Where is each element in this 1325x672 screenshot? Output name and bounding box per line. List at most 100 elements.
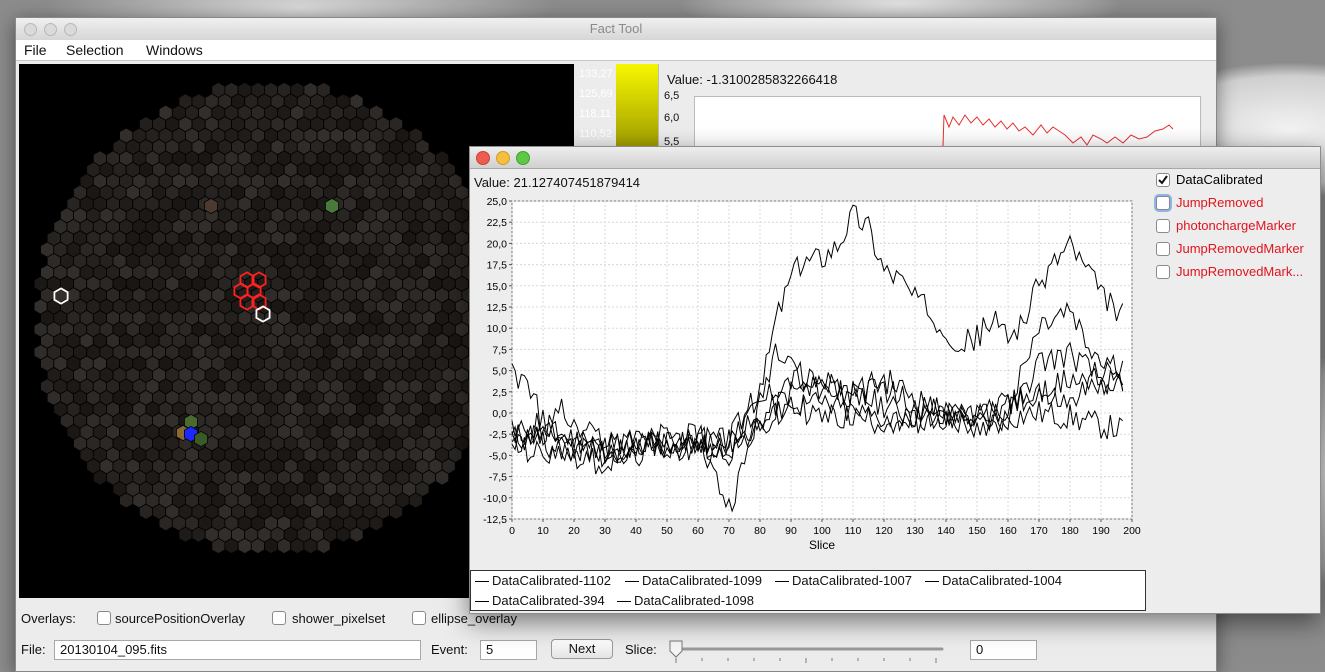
series-checkbox[interactable] bbox=[1156, 218, 1170, 233]
x-tick-label: 140 bbox=[937, 525, 955, 537]
y-tick-label: 22,5 bbox=[487, 217, 508, 229]
x-tick-label: 90 bbox=[785, 525, 797, 537]
legend-line-icon bbox=[617, 601, 631, 603]
legend-line-icon bbox=[775, 581, 789, 583]
series-toggle[interactable]: JumpRemoved bbox=[1156, 194, 1263, 210]
camera-pixel bbox=[119, 492, 134, 509]
menu-selection[interactable]: Selection bbox=[66, 42, 124, 58]
series-toggle-label[interactable]: photonchargeMarker bbox=[1176, 218, 1296, 233]
series-legend: DataCalibrated-1102 DataCalibrated-1099 Da… bbox=[470, 570, 1146, 611]
x-tick-label: 160 bbox=[999, 525, 1017, 537]
overlay-checkbox[interactable] bbox=[272, 611, 286, 625]
camera-pixel bbox=[316, 537, 331, 555]
camera-pixel bbox=[92, 469, 107, 486]
plot-window-title-bar[interactable] bbox=[470, 147, 1320, 169]
minimize-window-button[interactable] bbox=[44, 23, 57, 36]
y-tick-label: 10,0 bbox=[487, 323, 508, 335]
background-value-label: Value: -1.3100285832266418 bbox=[667, 72, 838, 87]
color-scale-label: 110,52 bbox=[579, 128, 612, 140]
highlighted-pixel bbox=[193, 430, 209, 448]
x-tick-label: 150 bbox=[968, 525, 986, 537]
y-tick-label: 5,0 bbox=[492, 366, 507, 378]
event-label: Event: bbox=[431, 642, 468, 657]
legend-line-icon bbox=[625, 581, 639, 583]
series-toggle[interactable]: DataCalibrated bbox=[1156, 171, 1263, 187]
legend-item: DataCalibrated-1098 bbox=[617, 593, 754, 608]
x-tick-label: 190 bbox=[1092, 525, 1110, 537]
camera-pixel bbox=[290, 537, 305, 555]
camera-pixel bbox=[211, 537, 226, 555]
y-tick-label: 7,5 bbox=[492, 344, 507, 356]
background-y-tick: 6,0 bbox=[664, 112, 680, 124]
line-chart[interactable]: 0 10 20 30 40 50 60 70 80 90 100 110 120 130 140 150 160… bbox=[470, 191, 1150, 567]
window-title-bar[interactable]: Fact Tool bbox=[16, 18, 1216, 41]
series-toggle-label[interactable]: JumpRemoved bbox=[1176, 195, 1263, 210]
event-number-field[interactable]: 5 bbox=[480, 640, 537, 660]
series-toggle-label[interactable]: JumpRemovedMarker bbox=[1176, 241, 1304, 256]
minimize-icon[interactable] bbox=[496, 151, 510, 165]
legend-item: DataCalibrated-394 bbox=[475, 593, 605, 608]
series-toggle-list: DataCalibrated JumpRemoved photonchargeMar… bbox=[1156, 171, 1320, 311]
camera-pixel bbox=[303, 537, 318, 555]
window-title: Fact Tool bbox=[589, 21, 643, 36]
series-checkbox[interactable] bbox=[1156, 264, 1170, 279]
camera-pixel bbox=[336, 526, 351, 543]
y-tick-label: -2,5 bbox=[489, 429, 507, 441]
close-window-button[interactable] bbox=[24, 23, 37, 36]
series-toggle[interactable]: JumpRemovedMarker bbox=[1156, 240, 1304, 256]
plot-value-label: Value: 21.127407451879414 bbox=[474, 175, 641, 190]
y-tick-label: 20,0 bbox=[487, 238, 508, 250]
camera-pixel bbox=[349, 526, 364, 543]
color-scale-label: 133,27 bbox=[579, 68, 613, 80]
camera-pixel bbox=[250, 537, 265, 555]
x-tick-label: 0 bbox=[509, 525, 515, 537]
camera-pixel bbox=[263, 537, 279, 555]
overlay-label[interactable]: sourcePositionOverlay bbox=[115, 611, 245, 626]
camera-pixel bbox=[435, 469, 450, 486]
series-toggle-label[interactable]: JumpRemovedMark... bbox=[1176, 264, 1303, 279]
series-checkbox[interactable] bbox=[1156, 172, 1170, 187]
legend-item: DataCalibrated-1102 bbox=[475, 573, 611, 588]
y-tick-label: -5,0 bbox=[489, 450, 507, 462]
legend-label: DataCalibrated-394 bbox=[492, 593, 605, 608]
zoom-icon[interactable] bbox=[516, 151, 530, 165]
x-tick-label: 80 bbox=[754, 525, 766, 537]
series-toggle[interactable]: photonchargeMarker bbox=[1156, 217, 1296, 233]
y-tick-label: -10,0 bbox=[483, 493, 507, 505]
x-tick-label: 180 bbox=[1061, 525, 1079, 537]
x-tick-label: 200 bbox=[1123, 525, 1141, 537]
plot-window: Value: 21.127407451879414 0 10 20 30 40 50 60 7… bbox=[469, 146, 1321, 614]
legend-item: DataCalibrated-1007 bbox=[775, 573, 912, 588]
series-checkbox[interactable] bbox=[1156, 241, 1170, 256]
camera-pixel bbox=[408, 492, 423, 509]
series-checkbox[interactable] bbox=[1156, 195, 1170, 210]
y-tick-label: 2,5 bbox=[492, 387, 507, 399]
x-tick-label: 110 bbox=[845, 525, 862, 537]
x-axis-label: Slice bbox=[809, 538, 835, 552]
series-toggle[interactable]: JumpRemovedMark... bbox=[1156, 263, 1303, 279]
file-path-field[interactable]: 20130104_095.fits bbox=[54, 640, 421, 660]
slider-thumb-icon bbox=[669, 640, 683, 658]
series-toggle-label[interactable]: DataCalibrated bbox=[1176, 172, 1263, 187]
highlighted-pixel bbox=[324, 197, 340, 215]
overlay-label[interactable]: shower_pixelset bbox=[292, 611, 385, 626]
slice-value-field[interactable]: 0 bbox=[970, 640, 1037, 660]
camera-pixel bbox=[191, 526, 206, 543]
y-tick-label: 15,0 bbox=[487, 281, 508, 293]
slice-slider[interactable] bbox=[668, 638, 948, 664]
menu-file[interactable]: File bbox=[24, 42, 47, 58]
legend-label: DataCalibrated-1004 bbox=[942, 573, 1062, 588]
overlay-checkbox[interactable] bbox=[412, 611, 426, 625]
legend-line-icon bbox=[475, 601, 489, 603]
legend-line-icon bbox=[925, 581, 939, 583]
x-tick-label: 20 bbox=[568, 525, 580, 537]
x-tick-label: 70 bbox=[723, 525, 735, 537]
overlay-checkbox[interactable] bbox=[97, 611, 111, 625]
y-tick-label: 0,0 bbox=[492, 408, 507, 420]
zoom-window-button[interactable] bbox=[64, 23, 77, 36]
close-icon[interactable] bbox=[476, 151, 490, 165]
menu-windows[interactable]: Windows bbox=[146, 42, 203, 58]
background-y-tick: 6,5 bbox=[664, 90, 680, 102]
next-button[interactable]: Next bbox=[551, 639, 613, 659]
x-tick-label: 60 bbox=[692, 525, 704, 537]
